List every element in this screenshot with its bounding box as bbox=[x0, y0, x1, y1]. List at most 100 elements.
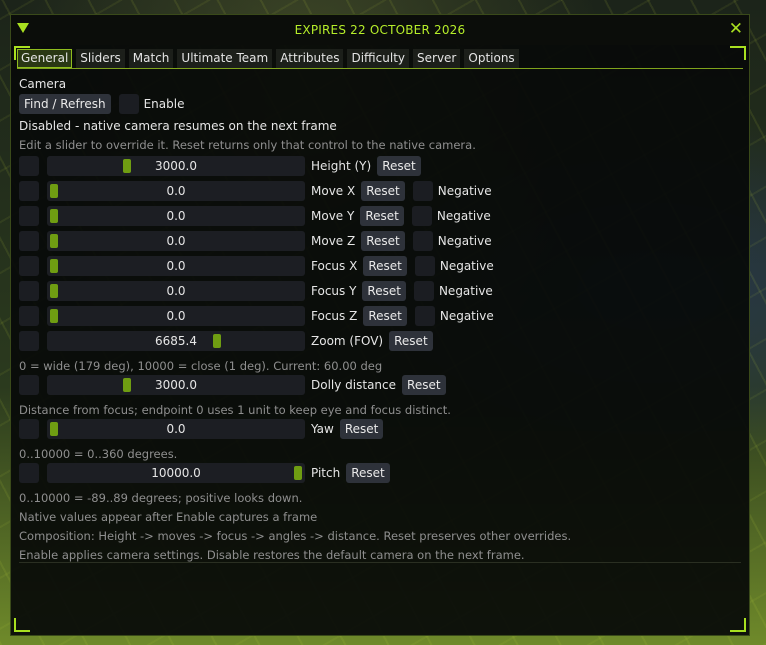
focus-x-negative-label: Negative bbox=[439, 259, 494, 273]
move-z-row: 0.0 Move Z Reset Negative bbox=[19, 230, 492, 252]
focus-y-negative-checkbox[interactable] bbox=[413, 281, 434, 301]
tab-difficulty[interactable]: Difficulty bbox=[347, 49, 410, 68]
move-z-reset-button[interactable]: Reset bbox=[361, 231, 405, 251]
pitch-reset-button[interactable]: Reset bbox=[346, 463, 390, 483]
height-y-label: Height (Y) bbox=[311, 159, 372, 173]
move-y-slider-grab[interactable] bbox=[50, 209, 58, 223]
move-y-negative-checkbox[interactable] bbox=[411, 206, 432, 226]
zoom-fov-label: Zoom (FOV) bbox=[311, 334, 384, 348]
zoom-fov-override-checkbox[interactable] bbox=[19, 331, 39, 351]
move-x-negative-checkbox[interactable] bbox=[412, 181, 433, 201]
tab-match[interactable]: Match bbox=[128, 49, 174, 68]
zoom-fov-reset-button[interactable]: Reset bbox=[389, 331, 433, 351]
pitch-override-checkbox[interactable] bbox=[19, 463, 39, 483]
move-y-slider[interactable]: 0.0 bbox=[47, 206, 305, 226]
move-z-override-checkbox[interactable] bbox=[19, 231, 39, 251]
focus-y-slider[interactable]: 0.0 bbox=[47, 281, 305, 301]
camera-status-text: Disabled - native camera resumes on the … bbox=[19, 119, 337, 133]
dolly-distance-value: 3000.0 bbox=[155, 378, 197, 392]
focus-y-negative-label: Negative bbox=[438, 284, 493, 298]
pitch-note: 0..10000 = -89..89 degrees; positive loo… bbox=[19, 491, 303, 505]
focus-y-override-checkbox[interactable] bbox=[19, 281, 39, 301]
move-z-negative-label: Negative bbox=[437, 234, 492, 248]
pitch-slider-grab[interactable] bbox=[294, 466, 302, 480]
height-y-slider[interactable]: 3000.0 bbox=[47, 156, 305, 176]
info-note-3: Enable applies camera settings. Disable … bbox=[19, 548, 525, 562]
focus-x-negative-checkbox[interactable] bbox=[414, 256, 435, 276]
yaw-slider[interactable]: 0.0 bbox=[47, 419, 305, 439]
height-y-value: 3000.0 bbox=[155, 159, 197, 173]
yaw-slider-grab[interactable] bbox=[50, 422, 58, 436]
focus-x-override-checkbox[interactable] bbox=[19, 256, 39, 276]
focus-y-slider-grab[interactable] bbox=[50, 284, 58, 298]
title-bar[interactable]: EXPIRES 22 OCTOBER 2026 ✕ bbox=[11, 15, 749, 45]
move-y-reset-button[interactable]: Reset bbox=[360, 206, 404, 226]
tab-server[interactable]: Server bbox=[413, 49, 461, 68]
move-x-slider[interactable]: 0.0 bbox=[47, 181, 305, 201]
height-y-override-checkbox[interactable] bbox=[19, 156, 39, 176]
info-note-1: Native values appear after Enable captur… bbox=[19, 510, 318, 524]
move-x-slider-grab[interactable] bbox=[50, 184, 58, 198]
height-y-reset-button[interactable]: Reset bbox=[377, 156, 421, 176]
info-note-2: Composition: Height -> moves -> focus ->… bbox=[19, 529, 572, 543]
height-y-slider-grab[interactable] bbox=[123, 159, 132, 173]
dolly-distance-reset-button[interactable]: Reset bbox=[402, 375, 446, 395]
yaw-reset-button[interactable]: Reset bbox=[339, 419, 384, 439]
focus-x-slider-grab[interactable] bbox=[50, 259, 58, 273]
focus-x-slider[interactable]: 0.0 bbox=[47, 256, 305, 276]
focus-y-reset-button[interactable]: Reset bbox=[362, 281, 406, 301]
move-z-negative-checkbox[interactable] bbox=[412, 231, 433, 251]
tab-general[interactable]: General bbox=[17, 49, 73, 68]
yaw-row: 0.0 Yaw Reset bbox=[19, 418, 384, 440]
focus-x-row: 0.0 Focus X Reset Negative bbox=[19, 255, 494, 277]
height-y-row: 3000.0 Height (Y) Reset bbox=[19, 155, 421, 177]
focus-x-value: 0.0 bbox=[166, 259, 186, 273]
zoom-note: 0 = wide (179 deg), 10000 = close (1 deg… bbox=[19, 359, 383, 373]
dolly-distance-slider-grab[interactable] bbox=[123, 378, 132, 392]
dolly-distance-label: Dolly distance bbox=[311, 378, 397, 392]
move-z-label: Move Z bbox=[311, 234, 356, 248]
zoom-fov-slider[interactable]: 6685.4 bbox=[47, 331, 305, 351]
focus-z-row: 0.0 Focus Z Reset Negative bbox=[19, 305, 494, 327]
window-title: EXPIRES 22 OCTOBER 2026 bbox=[294, 23, 466, 37]
pitch-label: Pitch bbox=[311, 466, 341, 480]
yaw-override-checkbox[interactable] bbox=[19, 419, 39, 439]
focus-x-reset-button[interactable]: Reset bbox=[363, 256, 407, 276]
tab-sliders[interactable]: Sliders bbox=[76, 49, 125, 68]
tab-attributes[interactable]: Attributes bbox=[276, 49, 344, 68]
focus-z-slider-grab[interactable] bbox=[50, 309, 58, 323]
move-y-row: 0.0 Move Y Reset Negative bbox=[19, 205, 491, 227]
move-z-slider[interactable]: 0.0 bbox=[47, 231, 305, 251]
resize-grip-bottom-right[interactable] bbox=[730, 618, 746, 632]
camera-section-label: Camera bbox=[19, 77, 67, 91]
move-x-reset-button[interactable]: Reset bbox=[361, 181, 405, 201]
move-y-override-checkbox[interactable] bbox=[19, 206, 39, 226]
move-x-override-checkbox[interactable] bbox=[19, 181, 39, 201]
move-z-slider-grab[interactable] bbox=[50, 234, 58, 248]
zoom-fov-slider-grab[interactable] bbox=[213, 334, 222, 348]
tab-options[interactable]: Options bbox=[464, 49, 519, 68]
dolly-distance-slider[interactable]: 3000.0 bbox=[47, 375, 305, 395]
focus-z-reset-button[interactable]: Reset bbox=[363, 306, 407, 326]
dolly-distance-override-checkbox[interactable] bbox=[19, 375, 39, 395]
move-z-value: 0.0 bbox=[166, 234, 186, 248]
focus-z-slider[interactable]: 0.0 bbox=[47, 306, 305, 326]
pitch-slider[interactable]: 10000.0 bbox=[47, 463, 305, 483]
tab-underline bbox=[17, 68, 743, 69]
mod-menu-window: EXPIRES 22 OCTOBER 2026 ✕ General Sliders… bbox=[10, 14, 750, 636]
find-refresh-button[interactable]: Find / Refresh bbox=[19, 94, 111, 114]
close-icon[interactable]: ✕ bbox=[729, 19, 743, 39]
corner-bracket-bottom-left bbox=[14, 618, 30, 632]
pitch-value: 10000.0 bbox=[151, 466, 201, 480]
focus-z-negative-checkbox[interactable] bbox=[414, 306, 435, 326]
corner-bracket-top-right bbox=[730, 46, 746, 60]
tab-ultimate-team[interactable]: Ultimate Team bbox=[177, 49, 273, 68]
tab-bar: General Sliders Match Ultimate Team Attribut… bbox=[17, 49, 519, 69]
enable-checkbox[interactable] bbox=[118, 94, 139, 114]
hint-row: Edit a slider to override it. Reset retu… bbox=[19, 134, 476, 156]
focus-z-label: Focus Z bbox=[311, 309, 358, 323]
camera-hint-text: Edit a slider to override it. Reset retu… bbox=[19, 138, 476, 152]
section-header: Camera bbox=[19, 73, 66, 95]
focus-z-override-checkbox[interactable] bbox=[19, 306, 39, 326]
focus-z-negative-label: Negative bbox=[439, 309, 494, 323]
